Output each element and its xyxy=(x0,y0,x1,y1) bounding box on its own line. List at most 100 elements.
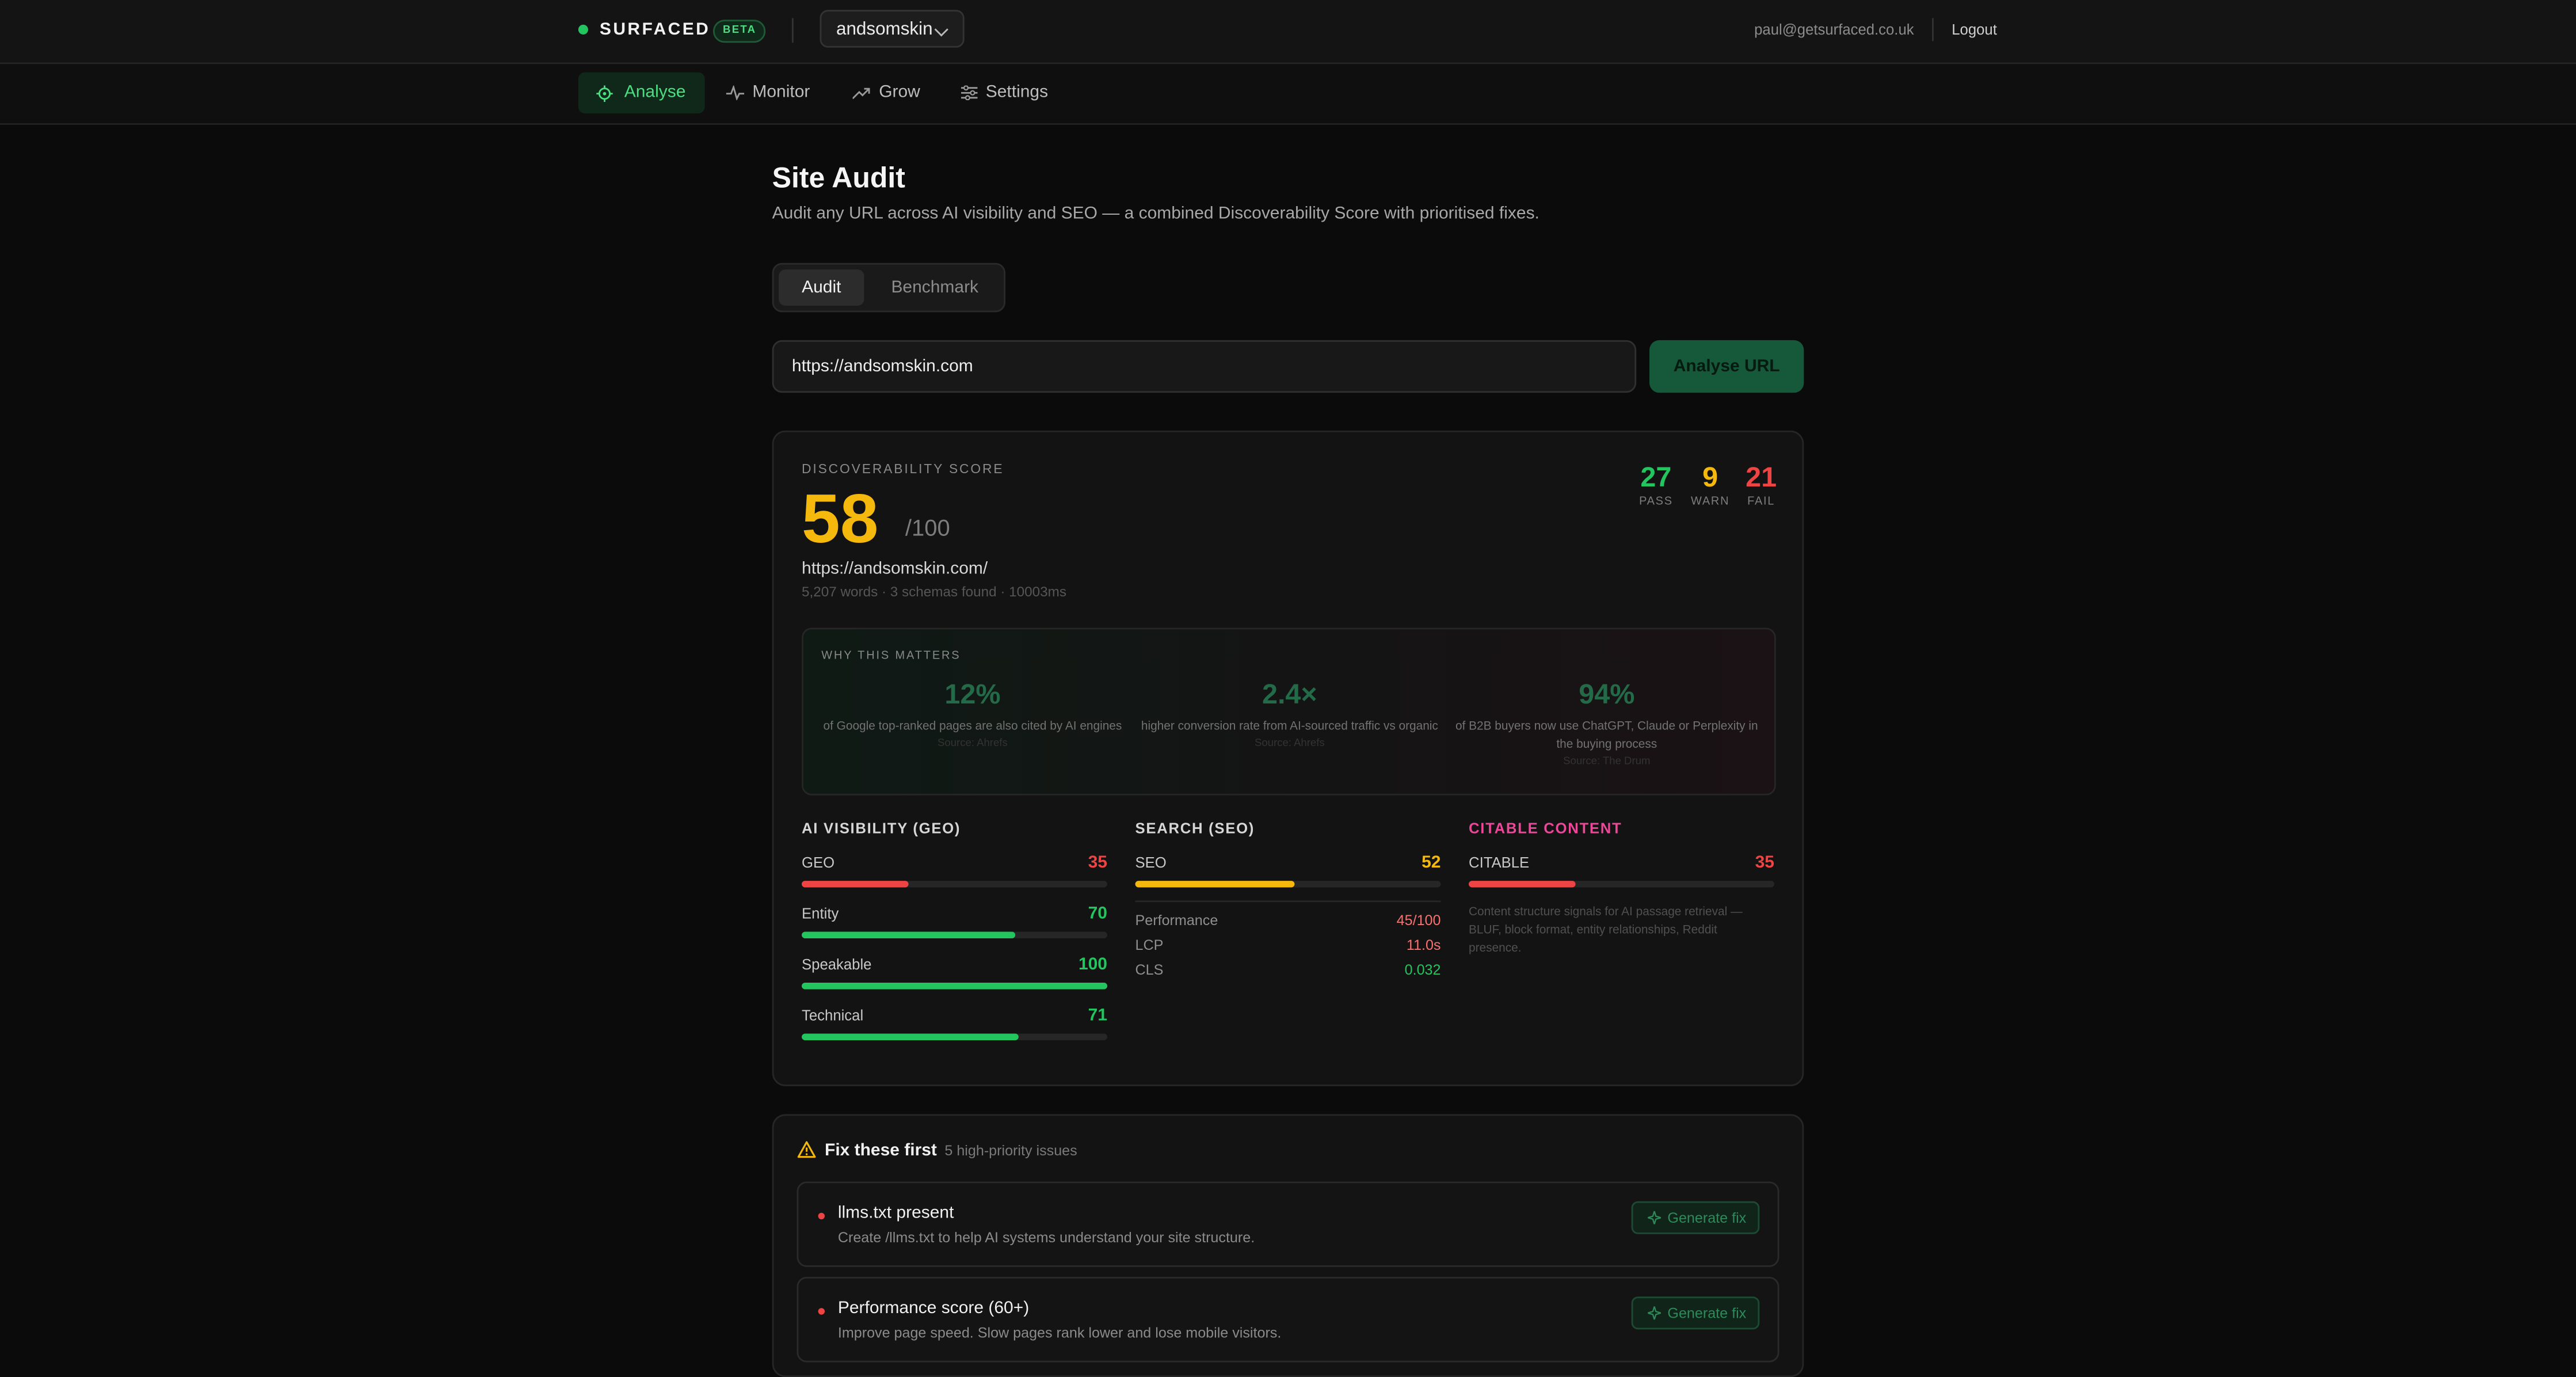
stat-value: 2.4× xyxy=(1262,678,1317,710)
metric-track xyxy=(802,931,1108,938)
target-icon xyxy=(596,85,613,102)
site-selector[interactable]: andsomskin xyxy=(820,10,965,48)
warn-number: 9 xyxy=(1702,462,1718,493)
stat-desc: higher conversion rate from AI-sourced t… xyxy=(1141,718,1438,733)
fail-label: FAIL xyxy=(1747,496,1775,508)
audit-mode-toggle: Audit Benchmark xyxy=(772,263,1006,313)
metric-fill xyxy=(802,1033,1019,1040)
generate-fix-button[interactable]: Generate fix xyxy=(1631,1296,1760,1330)
site-selector-value: andsomskin xyxy=(836,20,933,40)
page-title: Site Audit xyxy=(772,161,905,194)
sparkle-icon xyxy=(1648,1306,1662,1320)
fix-issue-count: 5 high-priority issues xyxy=(944,1142,1077,1159)
main-nav: Analyse Monitor Grow Settings xyxy=(0,64,2576,125)
pass-label: PASS xyxy=(1639,496,1673,508)
metric-value: 0.032 xyxy=(1404,961,1441,978)
fix-these-first-card: Fix these first 5 high-priority issues l… xyxy=(772,1114,1804,1377)
metric-label: Performance xyxy=(1135,912,1218,929)
trending-up-icon xyxy=(852,88,870,100)
divider xyxy=(1932,18,1934,41)
issue-title: Performance score (60+) xyxy=(837,1298,1030,1318)
metric-track xyxy=(802,1033,1108,1040)
stat-source: Source: The Drum xyxy=(1563,756,1651,768)
generate-fix-label: Generate fix xyxy=(1667,1209,1747,1226)
top-bar: SURFACED BETA andsomskin paul@getsurface… xyxy=(0,0,2576,64)
metric-label: Speakable xyxy=(802,956,872,973)
nav-tab-analyse[interactable]: Analyse xyxy=(578,72,705,113)
metric-fill xyxy=(1469,881,1576,888)
stat-value: 94% xyxy=(1579,678,1635,710)
metric-track xyxy=(1135,881,1441,888)
metric-performance: Performance 45/100 xyxy=(1135,912,1441,931)
metric-track xyxy=(802,881,1108,888)
nav-tab-monitor[interactable]: Monitor xyxy=(723,73,821,113)
score-value: 58 xyxy=(802,480,879,557)
seo-column-title: SEARCH (SEO) xyxy=(1135,820,1255,836)
fail-number: 21 xyxy=(1746,462,1777,493)
warning-icon xyxy=(797,1141,816,1158)
stat-item: 94% of B2B buyers now use ChatGPT, Claud… xyxy=(1454,679,1759,767)
nav-label: Grow xyxy=(879,82,920,102)
issue-description: Improve page speed. Slow pages rank lowe… xyxy=(837,1324,1282,1341)
metric-track xyxy=(1469,881,1774,888)
metric-value: 45/100 xyxy=(1396,912,1441,929)
stat-source: Source: Ahrefs xyxy=(938,737,1008,750)
metric-value: 100 xyxy=(1078,954,1108,975)
issue-title: llms.txt present xyxy=(837,1203,954,1223)
issue-row: Performance score (60+) Improve page spe… xyxy=(797,1277,1779,1363)
warn-count: 9 WARN xyxy=(1686,462,1735,508)
pass-number: 27 xyxy=(1640,462,1672,493)
user-email: paul@getsurfaced.co.uk xyxy=(1754,21,1914,38)
page-subtitle: Audit any URL across AI visibility and S… xyxy=(772,203,1539,224)
metric-value: 71 xyxy=(1088,1006,1108,1026)
metric-label: CITABLE xyxy=(1469,854,1530,871)
nav-label: Settings xyxy=(985,82,1049,102)
fix-section-title: Fix these first xyxy=(825,1140,937,1161)
score-caption: DISCOVERABILITY SCORE xyxy=(802,462,1004,477)
nav-label: Analyse xyxy=(624,82,686,102)
status-dot xyxy=(578,24,588,35)
score-max: /100 xyxy=(905,514,950,541)
metric-fill xyxy=(802,931,1016,938)
pass-count: 27 PASS xyxy=(1632,462,1681,508)
citable-description: Content structure signals for AI passage… xyxy=(1469,904,1743,955)
metric-value: 35 xyxy=(1088,853,1108,873)
brand-logo[interactable]: SURFACED xyxy=(600,20,710,39)
tab-audit[interactable]: Audit xyxy=(779,269,864,306)
stat-desc: of B2B buyers now use ChatGPT, Claude or… xyxy=(1455,718,1758,751)
sparkle-icon xyxy=(1648,1211,1662,1224)
stat-item: 12% of Google top-ranked pages are also … xyxy=(820,679,1125,750)
stat-value: 12% xyxy=(944,678,1001,710)
tab-benchmark[interactable]: Benchmark xyxy=(876,269,994,306)
sliders-icon xyxy=(961,85,978,101)
stat-source: Source: Ahrefs xyxy=(1254,737,1325,750)
metric-fill xyxy=(1135,881,1294,888)
citable-column-title: CITABLE CONTENT xyxy=(1469,820,1622,836)
generate-fix-button[interactable]: Generate fix xyxy=(1631,1201,1760,1234)
beta-badge: BETA xyxy=(712,20,767,43)
pulse-icon xyxy=(726,85,745,101)
metric-fill xyxy=(802,983,1108,990)
metric-label: Entity xyxy=(802,905,839,922)
metric-value: 52 xyxy=(1422,853,1441,873)
metric-label: SEO xyxy=(1135,854,1167,871)
chevron-down-icon xyxy=(934,22,948,37)
priority-dot xyxy=(818,1308,825,1315)
analyse-url-button[interactable]: Analyse URL xyxy=(1649,340,1804,393)
metric-value: 70 xyxy=(1088,904,1108,924)
metric-label: Technical xyxy=(802,1007,864,1024)
scanned-url[interactable]: https://andsomskin.com/ xyxy=(802,559,988,579)
issue-row: llms.txt present Create /llms.txt to hel… xyxy=(797,1181,1779,1267)
metric-value: 11.0s xyxy=(1406,937,1441,953)
logout-link[interactable]: Logout xyxy=(1952,21,1997,38)
metric-cls: CLS 0.032 xyxy=(1135,961,1441,981)
nav-tab-grow[interactable]: Grow xyxy=(851,73,930,113)
metric-label: CLS xyxy=(1135,961,1164,978)
nav-tab-settings[interactable]: Settings xyxy=(959,73,1058,113)
scan-meta: 5,207 words · 3 schemas found · 10003ms xyxy=(802,583,1066,600)
priority-dot xyxy=(818,1212,825,1220)
stat-item: 2.4× higher conversion rate from AI-sour… xyxy=(1137,679,1442,750)
url-input[interactable]: https://andsomskin.com xyxy=(772,340,1637,393)
issue-description: Create /llms.txt to help AI systems unde… xyxy=(837,1229,1255,1246)
metric-label: GEO xyxy=(802,854,835,871)
